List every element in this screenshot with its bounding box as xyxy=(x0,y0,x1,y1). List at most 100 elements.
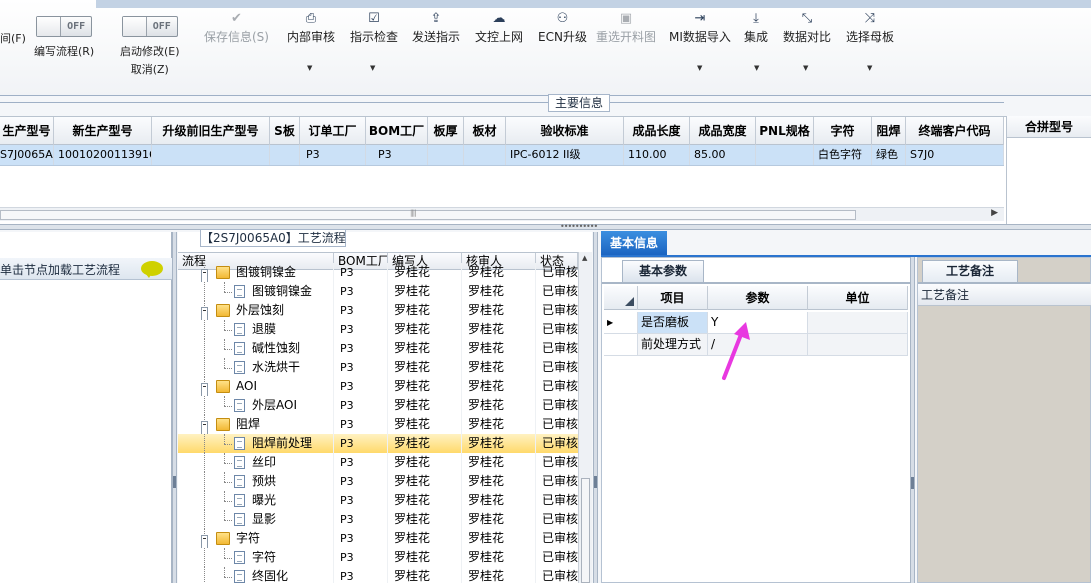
flow-row[interactable]: 碱性蚀刻 P3 罗桂花 罗桂花 已审核 xyxy=(178,339,578,358)
flow-node[interactable]: 外层AOI xyxy=(178,396,334,415)
col-header[interactable]: 成品宽度 xyxy=(690,117,756,145)
flow-row[interactable]: 终固化 P3 罗桂花 罗桂花 已审核 xyxy=(178,567,578,583)
horizontal-splitter[interactable]: •••••••••• xyxy=(0,222,1091,231)
start-modify-toggle[interactable]: OFF xyxy=(121,16,178,37)
collapse-icon[interactable] xyxy=(201,383,208,396)
cell[interactable]: 绿色 xyxy=(872,145,906,165)
col-header[interactable]: BOM工厂 xyxy=(366,117,428,145)
scroll-up-icon[interactable]: ▲ xyxy=(582,254,587,262)
flow-row[interactable]: 字符 P3 罗桂花 罗桂花 已审核 xyxy=(178,529,578,548)
flow-node[interactable]: 外层蚀刻 xyxy=(178,301,334,320)
cell[interactable] xyxy=(464,145,506,165)
cell[interactable]: 85.00 xyxy=(690,145,756,165)
flow-row[interactable]: 预烘 P3 罗桂花 罗桂花 已审核 xyxy=(178,472,578,491)
vertical-splitter-params[interactable] xyxy=(910,257,915,583)
collapse-icon[interactable] xyxy=(201,307,208,320)
flow-node[interactable]: 图镀铜镍金 xyxy=(178,282,334,301)
flow-row[interactable]: 退膜 P3 罗桂花 罗桂花 已审核 xyxy=(178,320,578,339)
data-compare-button[interactable]: ⤡ 数据对比 xyxy=(783,10,831,46)
cell[interactable] xyxy=(756,145,814,165)
col-header[interactable]: 验收标准 xyxy=(506,117,624,145)
doc-control-online-button[interactable]: ☁ 文控上网 xyxy=(475,10,523,46)
mi-data-import-button[interactable]: ⇥ MI数据导入 xyxy=(669,10,731,46)
flow-node[interactable]: 碱性蚀刻 xyxy=(178,339,334,358)
tree-vertical-scrollbar[interactable]: ▲ xyxy=(578,252,592,583)
flow-node[interactable]: 字符 xyxy=(178,548,334,567)
collapse-icon[interactable] xyxy=(201,535,208,548)
flow-node[interactable]: 预烘 xyxy=(178,472,334,491)
write-flow-toggle[interactable]: OFF xyxy=(36,16,93,37)
flow-row[interactable]: 字符 P3 罗桂花 罗桂花 已审核 xyxy=(178,548,578,567)
cell[interactable]: IPC-6012 II级 xyxy=(506,145,624,165)
instruction-check-dropdown-caret[interactable]: ▼ xyxy=(370,64,375,72)
collapse-icon[interactable] xyxy=(201,269,208,282)
col-header[interactable]: 新生产型号 xyxy=(54,117,152,145)
flow-row[interactable]: 阻焊 P3 罗桂花 罗桂花 已审核 xyxy=(178,415,578,434)
speech-bubble-icon[interactable] xyxy=(141,261,163,278)
cell[interactable]: 白色字符 xyxy=(814,145,872,165)
flow-row[interactable]: 丝印 P3 罗桂花 罗桂花 已审核 xyxy=(178,453,578,472)
flow-node[interactable]: 终固化 xyxy=(178,567,334,583)
start-modify-toggle-group[interactable]: OFF 启动修改(E) 取消(Z) xyxy=(120,16,180,77)
col-header[interactable]: 升级前旧生产型号 xyxy=(152,117,270,145)
col-header[interactable]: 字符 xyxy=(814,117,872,145)
cell[interactable] xyxy=(270,145,300,165)
flow-row[interactable]: 显影 P3 罗桂花 罗桂花 已审核 xyxy=(178,510,578,529)
param-unit[interactable] xyxy=(808,334,908,355)
cell[interactable]: 110.00 xyxy=(624,145,690,165)
col-header[interactable]: 生产型号 xyxy=(0,117,54,145)
flow-row[interactable]: 图镀铜镍金 P3 罗桂花 罗桂花 已审核 xyxy=(178,263,578,282)
tab-process-note[interactable]: 工艺备注 xyxy=(922,260,1018,282)
horizontal-scrollbar[interactable]: |||| ▶ xyxy=(0,207,1004,221)
col-header[interactable]: 单位 xyxy=(808,286,908,310)
flow-node[interactable]: 显影 xyxy=(178,510,334,529)
ecn-upgrade-button[interactable]: ⚇ ECN升级 xyxy=(538,10,587,46)
flow-row[interactable]: AOI P3 罗桂花 罗桂花 已审核 xyxy=(178,377,578,396)
col-header[interactable]: 参数 xyxy=(708,286,808,310)
integrate-button[interactable]: ⤓ 集成 xyxy=(744,10,768,46)
flow-node[interactable]: 曝光 xyxy=(178,491,334,510)
reselect-cutting-chart-button[interactable]: ▣ 重选开料图 xyxy=(596,10,656,46)
param-item[interactable]: 前处理方式 xyxy=(638,334,708,355)
instruction-check-button[interactable]: ☑ 指示检查 xyxy=(350,10,398,46)
cell[interactable]: S7J0 xyxy=(906,145,1004,165)
flow-row-selected[interactable]: 阻焊前处理 P3 罗桂花 罗桂花 已审核 xyxy=(178,434,578,453)
param-unit[interactable] xyxy=(808,312,908,333)
flow-node[interactable]: AOI xyxy=(178,377,334,396)
flow-row[interactable]: 水洗烘干 P3 罗桂花 罗桂花 已审核 xyxy=(178,358,578,377)
col-header[interactable]: 阻焊 xyxy=(872,117,906,145)
internal-review-dropdown-caret[interactable]: ▼ xyxy=(307,64,312,72)
cell[interactable] xyxy=(428,145,464,165)
flow-node[interactable]: 阻焊前处理 xyxy=(178,434,334,453)
scrollbar-thumb[interactable] xyxy=(581,478,590,583)
col-header[interactable]: S板 xyxy=(270,117,300,145)
col-header[interactable]: 板材 xyxy=(464,117,506,145)
flow-node[interactable]: 退膜 xyxy=(178,320,334,339)
vertical-splitter-left[interactable] xyxy=(172,232,177,583)
send-instruction-button[interactable]: ⇪ 发送指示 xyxy=(412,10,460,46)
col-header[interactable]: 板厚 xyxy=(428,117,464,145)
cell[interactable]: 10010200113916 xyxy=(54,145,152,165)
collapse-icon[interactable] xyxy=(201,421,208,434)
flow-node[interactable]: 字符 xyxy=(178,529,334,548)
col-header[interactable]: PNL规格 xyxy=(756,117,814,145)
flow-node[interactable]: 水洗烘干 xyxy=(178,358,334,377)
cell[interactable]: P3 xyxy=(366,145,428,165)
col-header[interactable]: 终端客户代码 xyxy=(906,117,1004,145)
scroll-right-icon[interactable]: ▶ xyxy=(991,208,998,218)
select-mother-board-dropdown-caret[interactable]: ▼ xyxy=(867,64,872,72)
tab-basic-info[interactable]: 基本信息 xyxy=(601,231,667,255)
mi-data-import-dropdown-caret[interactable]: ▼ xyxy=(697,64,702,72)
save-info-button[interactable]: ✔ 保存信息(S) xyxy=(204,10,269,46)
toolbar-cut-label[interactable]: 间(F) xyxy=(0,30,26,46)
cell[interactable]: S7J0065A0 xyxy=(0,145,54,165)
flow-row[interactable]: 曝光 P3 罗桂花 罗桂花 已审核 xyxy=(178,491,578,510)
param-item[interactable]: 是否磨板 xyxy=(638,312,708,333)
row-selector[interactable] xyxy=(604,334,638,355)
flow-node[interactable]: 丝印 xyxy=(178,453,334,472)
col-header[interactable]: 订单工厂 xyxy=(300,117,366,145)
tab-basic-params[interactable]: 基本参数 xyxy=(622,260,704,282)
flow-node[interactable]: 阻焊 xyxy=(178,415,334,434)
flow-row[interactable]: 外层AOI P3 罗桂花 罗桂花 已审核 xyxy=(178,396,578,415)
main-info-row[interactable]: S7J0065A0 10010200113916 P3 P3 IPC-6012 … xyxy=(0,145,1004,166)
